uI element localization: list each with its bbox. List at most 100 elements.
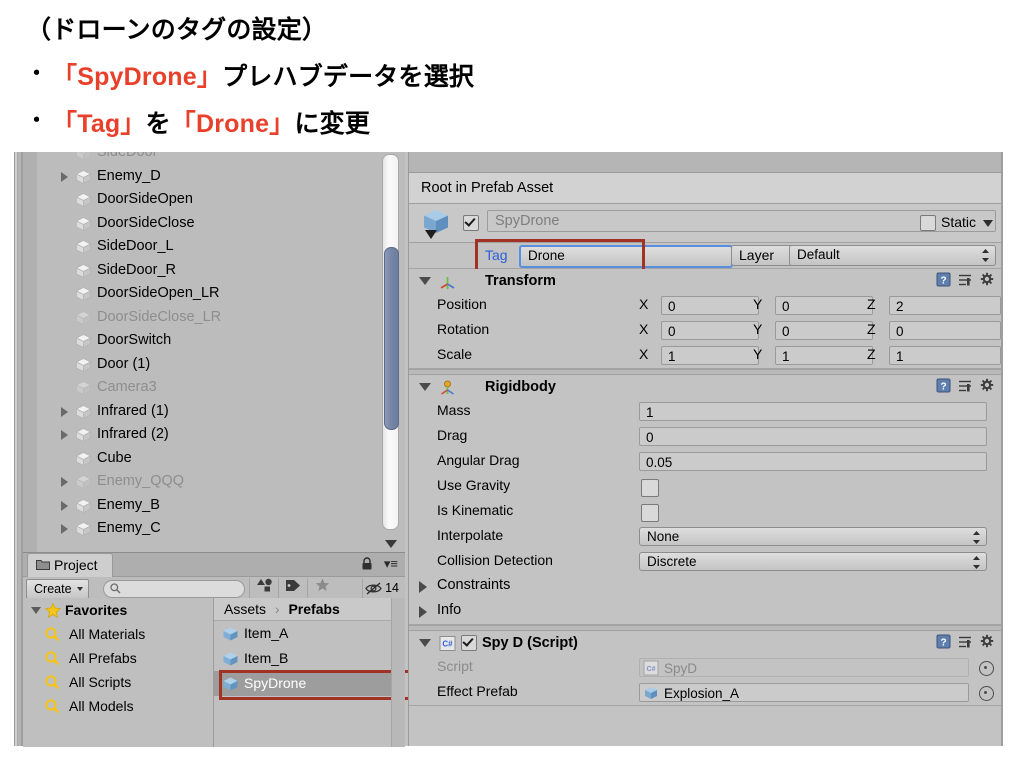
drag-input[interactable]: 0 (639, 427, 987, 446)
chevron-down-icon[interactable] (419, 277, 431, 285)
help-icon[interactable]: ? (936, 634, 951, 649)
preset-icon[interactable] (958, 378, 973, 393)
chevron-right-icon[interactable] (61, 430, 68, 440)
hierarchy-item[interactable]: Enemy_QQQ (23, 470, 379, 494)
favorites-item-label: All Prefabs (69, 650, 137, 666)
favorites-item[interactable]: All Scripts (23, 670, 213, 694)
spyd-script-header[interactable]: C# Spy D (Script) ? (409, 631, 1003, 655)
gear-icon[interactable] (980, 272, 995, 287)
hierarchy-item[interactable]: Door (1) (23, 353, 379, 377)
transform-position-x-input[interactable]: 0 (661, 296, 759, 315)
hierarchy-scrollbar[interactable] (382, 154, 399, 530)
hierarchy-panel[interactable]: SideDoor Enemy_D DoorSideOpen DoorSideClose… (23, 152, 405, 552)
script-object-picker-icon[interactable] (979, 661, 994, 676)
favorites-item[interactable]: All Materials (23, 622, 213, 646)
create-button[interactable]: Create (26, 579, 89, 599)
tag-label: Tag (485, 247, 508, 263)
tab-project[interactable]: Project (27, 553, 113, 577)
tag-layer-row: Tag Drone Layer Default (409, 239, 1003, 275)
transform-rotation-x-input[interactable]: 0 (661, 321, 759, 340)
effect-prefab-object-picker-icon[interactable] (979, 686, 994, 701)
chevron-down-icon[interactable] (419, 639, 431, 647)
favorite-filter-icon[interactable] (307, 578, 336, 598)
foldout-info[interactable]: Info (409, 599, 1003, 624)
hierarchy-item[interactable]: Enemy_C (23, 517, 379, 541)
tag-dropdown[interactable]: Drone (519, 245, 733, 268)
rigidbody-header[interactable]: Rigidbody ? (409, 375, 1003, 399)
favorites-item[interactable]: All Prefabs (23, 646, 213, 670)
transform-scale-x-input[interactable]: 1 (661, 346, 759, 365)
hierarchy-item[interactable]: SideDoor_L (23, 235, 379, 259)
assets-scrollbar[interactable] (391, 598, 405, 747)
hierarchy-item[interactable]: Enemy_B (23, 494, 379, 518)
transform-position-y-input[interactable]: 0 (775, 296, 873, 315)
breadcrumb-root[interactable]: Assets (224, 601, 266, 617)
interpolate-dropdown[interactable]: None (639, 527, 987, 546)
preset-icon[interactable] (958, 272, 973, 287)
is-kinematic-checkbox[interactable] (641, 504, 659, 522)
transform-scale-z-input[interactable]: 1 (889, 346, 1001, 365)
transform-scale-y-input[interactable]: 1 (775, 346, 873, 365)
hierarchy-item[interactable]: Enemy_D (23, 165, 379, 189)
gameobject-cube-icon (75, 216, 92, 231)
mass-input[interactable]: 1 (639, 402, 987, 421)
help-icon[interactable]: ? (936, 272, 951, 287)
help-icon[interactable]: ? (936, 378, 951, 393)
transform-rotation-z-input[interactable]: 0 (889, 321, 1001, 340)
transform-position-z-input[interactable]: 2 (889, 296, 1001, 315)
hierarchy-item[interactable]: DoorSideClose (23, 212, 379, 236)
hierarchy-item[interactable]: DoorSwitch (23, 329, 379, 353)
project-favorites-tree: Favorites All Materials All Prefabs All Sc… (23, 598, 214, 747)
hidden-objects-count[interactable]: 14 (362, 578, 403, 598)
transform-header-icons: ? (936, 272, 995, 287)
transform-rotation-y-input[interactable]: 0 (775, 321, 873, 340)
chevron-right-icon[interactable] (61, 406, 68, 417)
static-checkbox[interactable] (919, 215, 936, 232)
foldout-constraints[interactable]: Constraints (409, 574, 1003, 599)
filter-by-type-icon[interactable] (249, 578, 278, 598)
asset-row[interactable]: Item_B (214, 646, 392, 671)
project-search-field[interactable] (124, 581, 238, 599)
chevron-right-icon[interactable] (61, 171, 68, 182)
favorites-header[interactable]: Favorites (23, 598, 213, 622)
bullet-marker-2: ・ (26, 109, 48, 132)
hierarchy-item-label: DoorSwitch (97, 332, 172, 348)
breadcrumb-current[interactable]: Prefabs (288, 601, 339, 617)
favorites-item[interactable]: All Models (23, 694, 213, 718)
hierarchy-item[interactable]: DoorSideOpen_LR (23, 282, 379, 306)
preset-icon[interactable] (958, 634, 973, 649)
gear-icon[interactable] (980, 634, 995, 649)
scroll-down-arrow-icon[interactable] (385, 540, 397, 548)
chevron-right-icon[interactable] (61, 524, 68, 534)
chevron-down-icon[interactable] (419, 383, 431, 391)
use-gravity-checkbox[interactable] (641, 479, 659, 497)
angular-drag-input[interactable]: 0.05 (639, 452, 987, 471)
chevron-right-icon[interactable] (61, 500, 68, 511)
asset-row[interactable]: Item_A (214, 621, 392, 646)
hierarchy-item[interactable]: Infrared (1) (23, 400, 379, 424)
filter-by-label-icon[interactable] (278, 578, 307, 598)
static-dropdown-icon[interactable] (983, 219, 993, 227)
hierarchy-item[interactable]: Camera3 (23, 376, 379, 400)
gear-icon[interactable] (980, 378, 995, 393)
hierarchy-scrollbar-thumb[interactable] (384, 247, 399, 430)
hierarchy-item[interactable]: Infrared (2) (23, 423, 379, 447)
object-enabled-checkbox[interactable] (463, 215, 479, 231)
hierarchy-item[interactable]: SideDoor (23, 152, 379, 165)
hierarchy-item[interactable]: DoorSideOpen (23, 188, 379, 212)
lock-icon[interactable] (361, 557, 373, 571)
layer-dropdown[interactable]: Default (789, 245, 996, 266)
asset-row-selected[interactable]: SpyDrone (214, 671, 392, 696)
transform-header[interactable]: Transform ? (409, 269, 1003, 293)
collision-detection-dropdown[interactable]: Discrete (639, 552, 987, 571)
hierarchy-item[interactable]: SideDoor_R (23, 259, 379, 283)
project-search-input[interactable] (103, 580, 245, 599)
chevron-right-icon[interactable] (61, 477, 68, 487)
hierarchy-item[interactable]: DoorSideClose_LR (23, 306, 379, 330)
prefab-dropdown-arrow-icon[interactable] (425, 230, 437, 239)
bullet-2-text-a: を (145, 110, 171, 138)
hierarchy-item[interactable]: Cube (23, 447, 379, 471)
panel-menu-icon[interactable]: ▾≡ (384, 557, 398, 570)
script-enabled-checkbox[interactable] (461, 635, 477, 651)
effect-prefab-object-field[interactable]: Explosion_A (639, 683, 969, 702)
